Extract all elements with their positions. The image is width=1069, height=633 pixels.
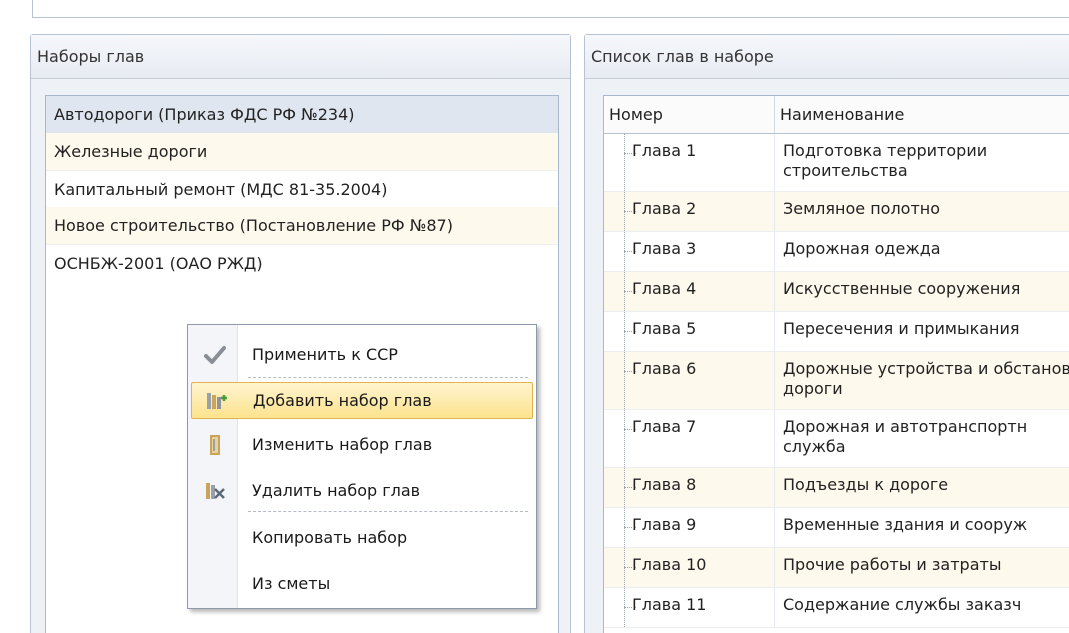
chapter-set-item[interactable]: Капитальный ремонт (МДС 81-35.2004) (46, 170, 558, 207)
chapter-name: Подготовка территории строительства (783, 141, 988, 180)
table-row[interactable]: Глава 9 Временные здания и сооруж (604, 508, 1069, 548)
menu-item-label: Добавить набор глав (253, 391, 432, 410)
checkmark-icon (191, 336, 238, 373)
column-header-number[interactable]: Номер (604, 96, 775, 133)
chapter-number: Глава 10 (604, 548, 775, 587)
chapters-list-panel: Список глав в наборе Номер Наименование … (584, 34, 1069, 633)
chapter-set-item[interactable]: ОСНБЖ-2001 (ОАО РЖД) (46, 244, 558, 281)
column-header-name[interactable]: Наименование (775, 96, 1069, 133)
menu-item-label: Копировать набор (252, 528, 408, 547)
chapter-set-item[interactable]: Железные дороги (46, 133, 558, 170)
menu-item-icon-placeholder (191, 519, 238, 556)
chapter-number: Глава 8 (604, 468, 775, 507)
menu-item-label: Удалить набор глав (252, 481, 421, 500)
table-row[interactable]: Глава 11 Содержание службы заказч (604, 588, 1069, 628)
table-row[interactable]: Глава 2 Земляное полотно (604, 192, 1069, 232)
menu-item-apply-to-ssr[interactable]: Применить к ССР (191, 336, 533, 373)
chapter-set-item[interactable]: Автодороги (Приказ ФДС РФ №234) (46, 96, 558, 133)
chapter-name: Дорожная одежда (783, 239, 941, 258)
menu-item-icon-placeholder (191, 565, 238, 602)
menu-item-copy-set[interactable]: Копировать набор (191, 519, 533, 556)
chapter-set-item[interactable]: Новое строительство (Постановление РФ №8… (46, 207, 558, 244)
chapter-number: Глава 7 (604, 410, 775, 467)
chapter-number: Глава 5 (604, 312, 775, 351)
table-row[interactable]: Глава 3 Дорожная одежда (604, 232, 1069, 272)
chapter-number: Глава 1 (604, 134, 775, 191)
chapter-name: Искусственные сооружения (783, 279, 1021, 298)
chapter-sets-panel-title: Наборы глав (31, 35, 570, 79)
table-row[interactable]: Глава 5 Пересечения и примыкания (604, 312, 1069, 352)
context-menu: Применить к ССР Добавить набор глав Изме… (187, 324, 537, 609)
menu-separator (248, 377, 528, 378)
chapter-number: Глава 3 (604, 232, 775, 271)
chapter-name: Дорожные устройства и обстановка дороги (783, 359, 1069, 398)
menu-item-delete-set[interactable]: Удалить набор глав (191, 472, 533, 509)
menu-item-label: Из сметы (252, 574, 331, 593)
chapter-name: Прочие работы и затраты (783, 555, 1002, 574)
table-row[interactable]: Глава 7 Дорожная и автотранспортн служба (604, 410, 1069, 468)
chapter-name: Земляное полотно (783, 199, 941, 218)
chapter-name: Подъезды к дороге (783, 475, 949, 494)
add-set-icon (192, 382, 239, 419)
menu-item-label: Применить к ССР (252, 345, 398, 364)
chapter-name: Временные здания и сооруж (783, 515, 1028, 534)
chapter-name: Пересечения и примыкания (783, 319, 1020, 338)
table-row[interactable]: Глава 1 Подготовка территории строительс… (604, 134, 1069, 192)
table-row[interactable]: Глава 6 Дорожные устройства и обстановка… (604, 352, 1069, 410)
menu-item-label: Изменить набор глав (252, 435, 433, 454)
chapter-number: Глава 4 (604, 272, 775, 311)
table-row[interactable]: Глава 10 Прочие работы и затраты (604, 548, 1069, 588)
grid-header: Номер Наименование (604, 96, 1069, 134)
menu-item-edit-set[interactable]: Изменить набор глав (191, 426, 533, 463)
chapter-number: Глава 6 (604, 352, 775, 409)
chapter-name: Содержание службы заказч (783, 595, 1022, 614)
menu-item-from-estimate[interactable]: Из сметы (191, 565, 533, 602)
menu-separator (248, 511, 528, 512)
table-row[interactable]: Глава 8 Подъезды к дороге (604, 468, 1069, 508)
edit-set-icon (191, 426, 238, 463)
chapters-grid[interactable]: Номер Наименование Глава 1 Подготовка те… (603, 95, 1069, 633)
menu-item-add-set[interactable]: Добавить набор глав (191, 382, 533, 419)
table-row[interactable]: Глава 4 Искусственные сооружения (604, 272, 1069, 312)
chapter-name: Дорожная и автотранспортн служба (783, 417, 1028, 456)
chapter-number: Глава 2 (604, 192, 775, 231)
delete-set-icon (191, 472, 238, 509)
chapter-number: Глава 11 (604, 588, 775, 627)
chapter-number: Глава 9 (604, 508, 775, 547)
chapters-list-panel-title: Список глав в наборе (585, 35, 1069, 79)
top-toolbar-frame (32, 0, 1069, 18)
